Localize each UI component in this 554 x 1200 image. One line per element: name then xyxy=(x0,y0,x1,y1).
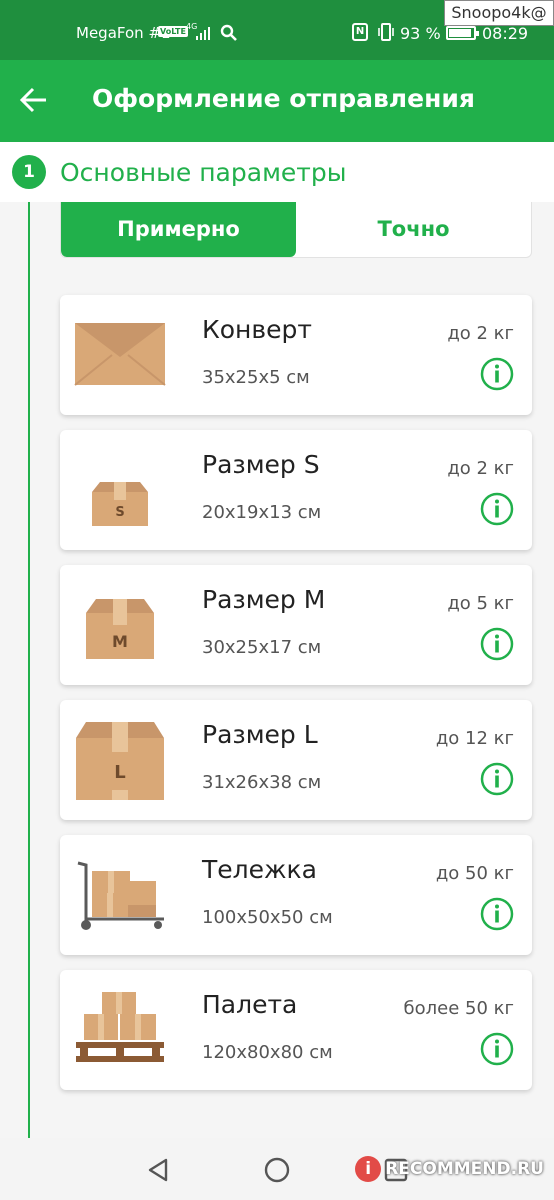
package-dimensions: 100x50x50 см xyxy=(202,907,333,928)
package-dimensions: 20x19x13 см xyxy=(202,502,322,523)
shipment-form: Примерно Точно 1 Основные параметры Конв… xyxy=(0,142,554,1138)
battery-percent: 93 % xyxy=(400,24,441,43)
package-weight: до 2 кг xyxy=(447,323,514,344)
tab-approximate[interactable]: Примерно xyxy=(61,201,296,257)
package-option-envelope[interactable]: Конверт 35x25x5 см до 2 кг xyxy=(60,295,532,415)
package-name: Размер S xyxy=(202,450,320,479)
package-dimensions: 35x25x5 см xyxy=(202,367,310,388)
back-triangle-icon[interactable] xyxy=(144,1156,172,1184)
envelope-icon xyxy=(74,323,166,386)
package-option-size-l[interactable]: L Размер L 31x26x38 см до 12 кг xyxy=(60,700,532,820)
estimate-mode-toggle: Примерно Точно xyxy=(60,200,532,258)
app-bar: Оформление отправления xyxy=(0,60,554,142)
package-weight: до 5 кг xyxy=(447,593,514,614)
recommend-logo-icon: i xyxy=(355,1156,382,1182)
package-option-size-m[interactable]: M Размер M 30x25x17 см до 5 кг xyxy=(60,565,532,685)
info-icon[interactable] xyxy=(480,357,514,391)
section-header: 1 Основные параметры xyxy=(0,142,554,202)
clock: 08:29 xyxy=(482,24,529,43)
package-option-cart[interactable]: Тележка 100x50x50 см до 50 кг xyxy=(60,835,532,955)
signal-icon xyxy=(196,26,212,40)
package-weight: более 50 кг xyxy=(403,998,514,1019)
package-dimensions: 120x80x80 см xyxy=(202,1042,333,1063)
box-s-icon: S xyxy=(92,482,148,526)
volte-badge: VoLTE xyxy=(158,26,188,37)
package-weight: до 2 кг xyxy=(447,458,514,479)
box-size-letter: M xyxy=(112,632,128,651)
brand-text: RECOMMEND.RU xyxy=(385,1159,544,1179)
arrow-back-icon[interactable] xyxy=(18,84,50,116)
cart-icon xyxy=(77,861,164,930)
package-name: Тележка xyxy=(202,855,317,884)
info-icon[interactable] xyxy=(480,627,514,661)
info-icon[interactable] xyxy=(480,1032,514,1066)
box-size-letter: S xyxy=(115,505,124,520)
package-option-pallet[interactable]: Палета 120x80x80 см более 50 кг xyxy=(60,970,532,1090)
step-number-badge: 1 xyxy=(12,155,46,189)
package-dimensions: 31x26x38 см xyxy=(202,772,322,793)
home-circle-icon[interactable] xyxy=(263,1156,291,1184)
search-icon xyxy=(220,24,237,41)
package-name: Палета xyxy=(202,990,298,1019)
box-size-letter: L xyxy=(114,762,125,783)
info-icon[interactable] xyxy=(480,762,514,796)
box-l-icon: L xyxy=(76,722,164,800)
section-title: Основные параметры xyxy=(60,158,347,187)
system-nav-bar: i RECOMMEND.RU xyxy=(0,1138,554,1200)
box-m-icon: M xyxy=(86,599,154,659)
watermark: Snoopo4k@ xyxy=(444,0,554,26)
package-name: Размер L xyxy=(202,720,318,749)
package-weight: до 50 кг xyxy=(435,863,514,884)
carrier-name: MegaFon #1 xyxy=(76,24,171,42)
status-bar: MegaFon #1 VoLTE 4G N 93 % 08:29 Snoopo4… xyxy=(0,0,554,60)
package-option-size-s[interactable]: S Размер S 20x19x13 см до 2 кг xyxy=(60,430,532,550)
vibrate-icon xyxy=(378,23,394,41)
package-name: Конверт xyxy=(202,315,312,344)
recommend-brand-watermark: i RECOMMEND.RU xyxy=(355,1154,544,1184)
package-dimensions: 30x25x17 см xyxy=(202,637,322,658)
battery-icon xyxy=(446,26,479,40)
info-icon[interactable] xyxy=(480,897,514,931)
tab-exact[interactable]: Точно xyxy=(296,201,531,257)
info-icon[interactable] xyxy=(480,492,514,526)
page-title: Оформление отправления xyxy=(92,84,475,113)
step-timeline xyxy=(28,202,30,1138)
nfc-icon: N xyxy=(352,23,368,41)
package-weight: до 12 кг xyxy=(435,728,514,749)
pallet-icon xyxy=(76,992,164,1062)
package-name: Размер M xyxy=(202,585,326,614)
